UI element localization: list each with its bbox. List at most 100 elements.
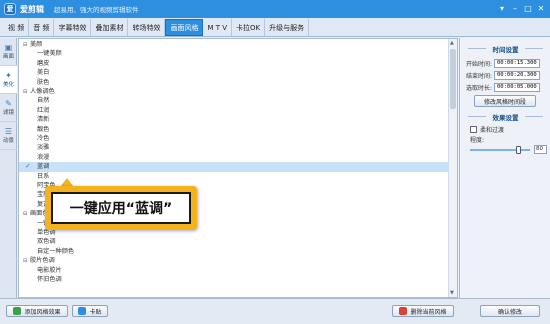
list-item-label: 一键美颜 [37,50,62,58]
list-item[interactable]: 自然 [19,96,449,105]
app-logo: 爱 [4,3,16,15]
list-item[interactable]: 自定一种颜色 [19,247,449,256]
left-category-nav: ▣ 画面 ✦ 美化 ✎ 滤镜 ☰ 动景 [0,38,17,298]
app-name: 爱剪辑 [20,4,44,14]
list-item-label: 怀旧色调 [37,276,62,283]
time-settings-title: 时间设置 [460,44,550,54]
scroll-thumb[interactable] [450,49,456,109]
maximize-icon[interactable]: □ [523,3,533,13]
list-item[interactable]: 靓色 [19,125,449,134]
list-item[interactable]: 清新 [19,115,449,124]
duration-label: 选取时长: [466,84,493,92]
effects-tree-list: ▲ ▼ ⊟ 美颜 一键美颜 磨皮美白 肤色 ⊟ 人像调色 自然 红润清新 靓色冷色淡雅 浪漫 ✓ 蓝调日… [18,38,458,298]
list-item[interactable]: 一键美颜 [19,49,449,58]
callout-text: 一键应用“蓝调” [51,192,191,224]
tab-upgrade[interactable]: 升级与服务 [265,19,310,36]
list-item-label: 美颜 [30,41,43,48]
dropdown-icon[interactable]: ▾ [497,3,507,13]
list-item-label: 胶片色调 [30,257,55,265]
nav-item-beautify[interactable]: ✦ 美化 [0,66,17,94]
list-item[interactable]: 冷色 [19,134,449,143]
list-category[interactable]: ⊟ 美颜 [19,40,449,49]
list-item-label: 电影胶片 [37,266,62,274]
nav-item-picture[interactable]: ▣ 画面 [0,38,17,66]
tab-audio[interactable]: 音 频 [29,19,55,36]
add-effect-label: 添加风格效果 [24,308,61,316]
list-item-label: 浪漫 [37,153,50,161]
close-icon[interactable]: ✕ [536,3,546,13]
list-item-label: 肤色 [37,78,50,86]
nav-label: 美化 [2,82,14,88]
confirm-button[interactable]: 确认修改 [480,305,540,317]
tip-button[interactable]: 卡贴 [72,305,108,317]
fade-checkbox[interactable] [470,126,477,133]
tab-overlay[interactable]: 叠加素材 [91,19,129,36]
start-time-label: 开始时间: [466,60,493,68]
degree-slider-knob[interactable] [515,146,521,154]
tab-picture-style[interactable]: 画面风格 [165,19,204,36]
main-tab-bar: 视 频 音 频 字幕特效 叠加素材 转场特效 画面风格 M T V 卡拉OK 升… [0,18,550,37]
list-item-label: 人像调色 [30,88,55,95]
list-item[interactable]: 双色调 [19,237,449,246]
list-item-label: 自然 [37,97,50,105]
add-icon [13,307,22,315]
list-item[interactable]: 肤色 [19,78,449,87]
list-item[interactable]: ✓ 蓝调 [19,162,449,172]
fade-label: 柔和过渡 [480,127,505,134]
nav-item-dynamic[interactable]: ☰ 动景 [0,122,17,150]
tab-subtitle-effects[interactable]: 字幕特效 [54,19,92,36]
tab-video[interactable]: 视 频 [4,19,30,36]
layers-icon: ☰ [4,127,13,136]
sparkle-icon: ✦ [5,71,12,80]
list-item-label: 淡雅 [37,144,50,152]
modify-time-button[interactable]: 修改风格时间段 [474,95,536,107]
degree-label: 程度: [470,137,485,144]
add-effect-button[interactable]: 添加风格效果 [6,305,68,317]
list-item-label: 蓝调 [37,163,50,171]
pen-icon: ✎ [5,99,12,108]
check-icon: ✓ [25,162,31,171]
list-item-label: 日系 [37,172,50,180]
list-item[interactable]: 电影胶片 [19,266,449,275]
list-item[interactable]: 怀旧色调 [19,275,449,284]
list-item[interactable]: 日系 [19,172,449,181]
bottom-toolbar: 添加风格效果 卡贴 删除当前风格 确认修改 [0,298,550,324]
nav-item-filter[interactable]: ✎ 滤镜 [0,94,17,122]
delete-effect-button[interactable]: 删除当前风格 [392,305,454,317]
effect-settings-title: 效果设置 [460,112,550,122]
list-item-label: 红润 [37,106,50,114]
settings-panel: 时间设置 开始时间: 结束时间: 选取时长: 修改风格时间段 效果设置 柔和过渡… [459,38,550,298]
duration-input[interactable] [494,82,540,92]
info-icon [78,307,87,315]
callout-box: 一键应用“蓝调” [45,186,197,230]
list-scrollbar[interactable]: ▲ ▼ [448,39,457,297]
tab-transitions[interactable]: 转场特效 [128,19,166,36]
delete-effect-label: 删除当前风格 [410,308,447,316]
list-category[interactable]: ⊟ 胶片色调 [19,256,449,265]
degree-input[interactable]: 80 [534,145,547,154]
list-item[interactable]: 浪漫 [19,153,449,162]
list-item[interactable]: 红润 [19,106,449,115]
list-item-label: 自定一种颜色 [37,247,75,255]
delete-icon [399,307,408,315]
list-item-label: 磨皮 [37,59,50,67]
list-item[interactable]: 磨皮 [19,59,449,68]
list-item-label: 冷色 [37,135,50,142]
tab-karaoke[interactable]: 卡拉OK [232,19,266,36]
end-time-input[interactable] [494,70,540,80]
list-category[interactable]: ⊟ 人像调色 [19,87,449,96]
list-item-label: 清新 [37,116,50,124]
start-time-input[interactable] [494,58,540,68]
tab-mtv[interactable]: M T V [203,19,233,36]
degree-slider[interactable] [470,146,530,154]
list-item[interactable]: 美白 [19,68,449,77]
picture-icon: ▣ [4,43,13,52]
tip-label: 卡贴 [89,308,102,316]
minimize-icon[interactable]: – [510,3,520,13]
scroll-up-icon[interactable]: ▲ [450,40,454,46]
list-item[interactable]: 淡雅 [19,143,449,152]
list-item-label: 靓色 [37,125,50,133]
list-item-label: 美白 [37,69,50,77]
nav-label: 动景 [2,138,14,144]
scroll-down-icon[interactable]: ▼ [450,290,454,296]
